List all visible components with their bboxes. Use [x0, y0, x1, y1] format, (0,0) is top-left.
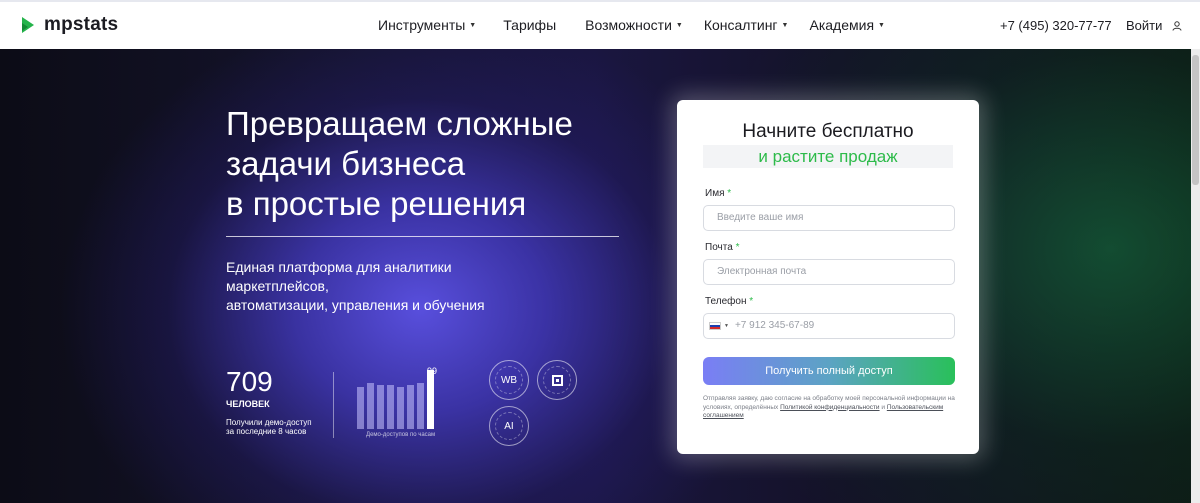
demo-caption-line: Получили демо-доступ [226, 418, 312, 427]
stat-divider [333, 372, 334, 438]
demo-count-unit: ЧЕЛОВЕК [226, 399, 270, 409]
form-subtitle: и растите продаж [703, 145, 953, 168]
login-label: Войти [1126, 18, 1163, 33]
email-label: Почта * [705, 242, 739, 253]
signup-form-card: Начните бесплатно и растите продаж Имя *… [677, 100, 979, 454]
wb-seal-badge: WB [489, 360, 529, 400]
seal-label: WB [500, 374, 518, 386]
bars-svg [357, 370, 434, 429]
page-scrollbar[interactable] [1191, 49, 1200, 503]
hero-subtitle-line: Единая платформа для аналитики маркетпле… [226, 259, 452, 294]
email-input[interactable]: Электронная почта [703, 259, 955, 285]
consent-text: Отправляя заявку, даю согласие на обрабо… [703, 395, 955, 421]
caret-down-icon: ▼ [878, 21, 885, 29]
demo-bar [357, 387, 364, 429]
demo-bar [417, 383, 424, 429]
nav-label: Инструменты [378, 17, 466, 33]
bars-caption: Демо-доступов по часам [366, 432, 436, 438]
phone-label: Телефон * [705, 296, 753, 307]
hero-title-line: в простые решения [226, 185, 527, 222]
logo-icon [22, 17, 34, 33]
get-full-access-button[interactable]: Получить полный доступ [703, 357, 955, 385]
logo-text: mpstats [44, 14, 119, 35]
country-caret-icon[interactable]: ▼ [724, 314, 729, 338]
user-icon [1172, 20, 1182, 31]
phone-input[interactable]: ▼ +7 912 345-67-89 [703, 313, 955, 339]
square-icon [551, 374, 563, 386]
logo[interactable]: mpstats [20, 14, 118, 36]
label-text: Телефон [705, 296, 747, 307]
caret-down-icon: ▼ [781, 21, 789, 29]
hero-title: Превращаем сложные задачи бизнеса в прос… [226, 104, 646, 224]
phone-link[interactable]: +7 (495) 320-77-77 [1000, 18, 1112, 33]
nav-label: Возможности [585, 17, 672, 33]
login-button[interactable]: Войти [1126, 18, 1182, 33]
nav-item-pricing[interactable]: Тарифы [503, 17, 556, 33]
demo-bars-chart: 99 [357, 366, 447, 429]
hero-section: Превращаем сложные задачи бизнеса в прос… [0, 49, 1191, 503]
label-text: Имя [705, 188, 725, 199]
demo-count-caption: Получили демо-доступ за последние 8 часо… [226, 418, 336, 436]
hero-subtitle: Единая платформа для аналитики маркетпле… [226, 258, 556, 315]
name-input[interactable]: Введите ваше имя [703, 205, 955, 231]
demo-bar [397, 387, 404, 429]
consent-and: и [879, 403, 887, 411]
caret-down-icon: ▼ [675, 21, 683, 29]
nav-item-consulting[interactable]: Консалтинг ▼ [704, 17, 789, 33]
phone-placeholder: +7 912 345-67-89 [734, 320, 815, 331]
nav-item-features[interactable]: Возможности ▼ [585, 17, 683, 33]
russia-flag-icon[interactable] [709, 322, 721, 330]
caret-down-icon: ▼ [469, 21, 477, 29]
demo-bar [367, 383, 374, 429]
ai-seal-badge: AI [489, 406, 529, 446]
nav-label: Академия [809, 17, 875, 33]
hero-title-line: задачи бизнеса [226, 145, 466, 182]
demo-bar [377, 385, 384, 429]
seal-label: AI [504, 420, 514, 432]
form-title: Начните бесплатно [742, 121, 914, 142]
required-mark: * [727, 188, 732, 199]
scrollbar-thumb[interactable] [1192, 55, 1199, 185]
main-nav: Инструменты ▼ Тарифы Возможности ▼ Конса… [378, 17, 885, 33]
nav-label: Тарифы [503, 17, 557, 33]
bar-peak-label: 99 [427, 366, 438, 376]
required-mark: * [735, 242, 740, 253]
demo-bar [427, 370, 434, 429]
nav-item-academy[interactable]: Академия ▼ [809, 17, 884, 33]
demo-caption-line: за последние 8 часов [226, 427, 307, 436]
square-seal-badge [537, 360, 577, 400]
demo-bar [407, 385, 414, 429]
name-label: Имя * [705, 188, 731, 199]
hero-subtitle-line: автоматизации, управления и обучения [226, 297, 485, 313]
label-text: Почта [705, 242, 733, 253]
hero-divider [226, 236, 619, 237]
demo-count-number: 709 [226, 366, 273, 397]
privacy-policy-link[interactable]: Политикой конфиденциальности [780, 404, 879, 411]
top-nav-bar: mpstats Инструменты ▼ Тарифы Возможности… [0, 0, 1200, 49]
demo-bar [387, 385, 394, 429]
nav-item-instruments[interactable]: Инструменты ▼ [378, 17, 476, 33]
required-mark: * [749, 296, 754, 307]
nav-label: Консалтинг [703, 17, 778, 33]
hero-title-line: Превращаем сложные [226, 105, 573, 142]
